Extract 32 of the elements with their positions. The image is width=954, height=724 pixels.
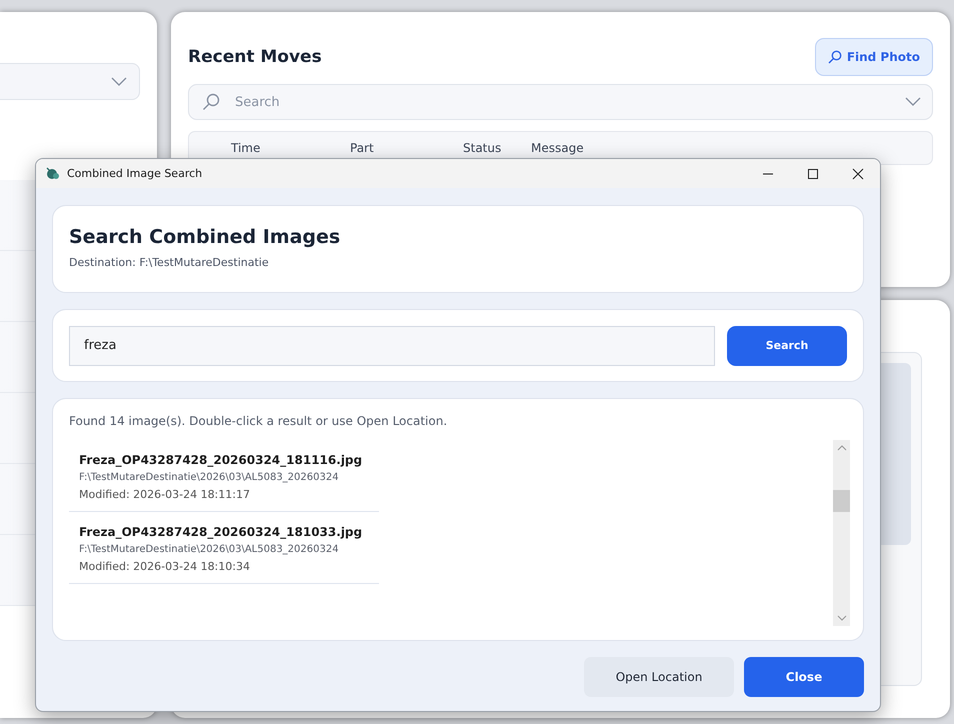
chevron-down-icon [111, 76, 127, 86]
result-item[interactable]: Freza_OP43287428_20260324_181033.jpg F:\TestMutareDestinatie\2026\03\AL5083_20260324 Modified: 2026-03-24 18:10:34 [69, 512, 379, 584]
find-photo-button[interactable]: Find Photo [814, 38, 933, 76]
dropdown-field[interactable] [0, 63, 140, 100]
modified-date: Modified: 2026-03-24 18:10:34 [79, 560, 251, 573]
app-icon [45, 166, 61, 182]
file-path: F:\TestMutareDestinatie\2026\03\AL5083_20260324 [79, 472, 340, 483]
search-field[interactable]: Search [188, 84, 933, 120]
search-button[interactable]: Search [727, 326, 847, 366]
column-header: Part [350, 141, 374, 155]
results-summary: Found 14 image(s). Double-click a result or use Open Location. [69, 414, 448, 428]
window-title: Combined Image Search [67, 167, 202, 180]
modified-date: Modified: 2026-03-24 18:11:17 [79, 488, 251, 501]
search-icon [202, 93, 220, 111]
column-header: Time [231, 141, 260, 155]
column-header: Status [463, 141, 502, 155]
dialog-button[interactable]: Close [744, 657, 864, 697]
search-input[interactable]: freza [69, 326, 715, 366]
destination-text: Destination: F:\TestMutareDestinatie [69, 256, 270, 269]
file-name: Freza_OP43287428_20260324_181033.jpg [79, 525, 364, 539]
result-item[interactable]: Freza_OP43287428_20260324_181116.jpg F:\TestMutareDestinatie\2026\03\AL5083_20260324 Modified: 2026-03-24 18:11:17 [69, 440, 379, 512]
chevron-down-icon[interactable] [905, 97, 921, 107]
close-icon[interactable] [852, 168, 864, 180]
dialog-button[interactable]: Open Location [584, 657, 734, 697]
file-name: Freza_OP43287428_20260324_181116.jpg [79, 453, 364, 467]
file-path: F:\TestMutareDestinatie\2026\03\AL5083_20260324 [79, 544, 340, 555]
column-header: Message [531, 141, 584, 155]
search-icon [828, 50, 842, 64]
panel-title: Recent Moves [188, 47, 322, 67]
scrollbar-drawing[interactable] [833, 440, 850, 626]
dialog-heading: Search Combined Images [69, 226, 342, 248]
maximize-icon[interactable] [807, 168, 819, 180]
